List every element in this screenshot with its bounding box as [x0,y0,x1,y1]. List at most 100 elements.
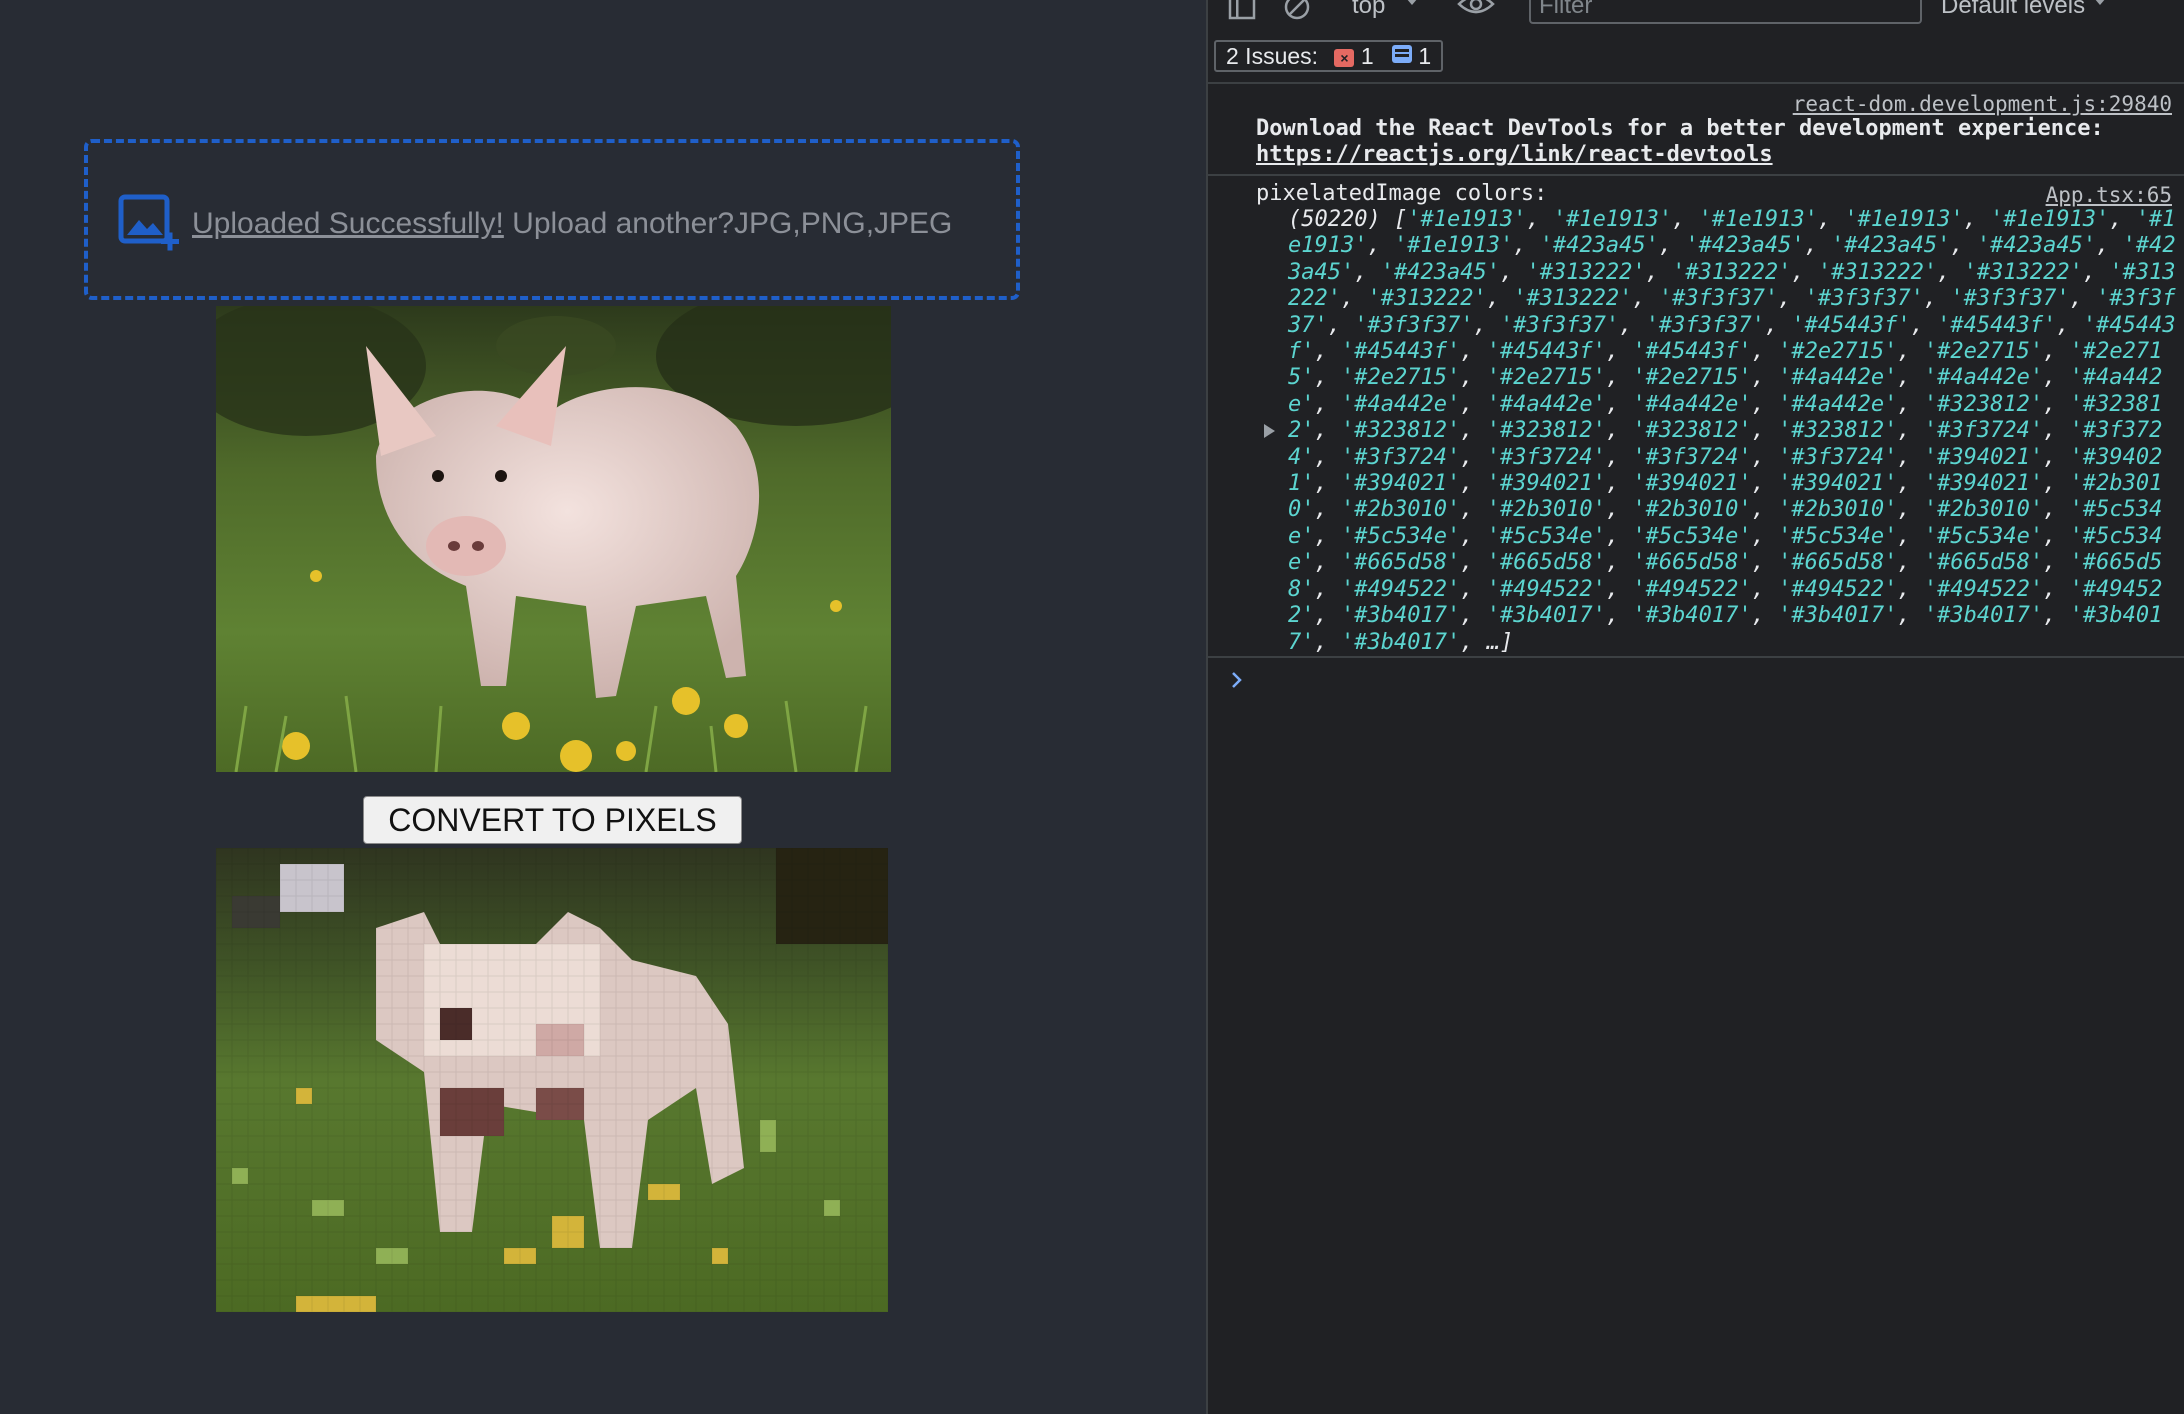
color-string: '#494522' [1486,576,1606,602]
color-string: '#3b4017' [1486,603,1606,629]
color-string: '#2b3010' [1923,497,2044,523]
info-issue-icon [1392,45,1413,63]
color-string: '#5c534e' [1486,523,1606,549]
chevron-down-icon [2095,0,2105,5]
color-string: '#3b4017' [1778,603,1898,629]
color-string: '#665d58' [1778,550,1898,576]
color-string: '#3f3f37' [1804,286,1924,312]
console-prompt-icon[interactable] [1230,670,1244,690]
color-string: '#3b4017' [1632,603,1752,629]
color-string: '#665d58' [1341,550,1461,576]
color-string: '#3f3724' [1632,444,1752,470]
filter-input[interactable]: Filter [1529,0,1922,24]
error-issue-icon: × [1334,49,1355,67]
react-message-source-link[interactable]: react-dom.development.js:29840 [1793,92,2172,116]
color-string: '#45443f' [1341,339,1461,365]
color-string: '#3f3724' [1341,444,1461,470]
color-string: '#494522' [1778,576,1898,602]
color-string: '#394021' [1341,471,1461,497]
color-string: '#323812' [1632,418,1752,444]
upload-dropzone[interactable]: Uploaded Successfully! Upload another?JP… [84,139,1020,300]
color-string: '#313222' [1367,286,1487,312]
color-string: '#494522' [1632,576,1752,602]
color-string: '#423a45' [1539,233,1659,259]
color-string: '#665d58' [1632,550,1752,576]
color-string: '#394021' [1632,471,1752,497]
color-string: '#3f3724' [1486,444,1606,470]
pixel-colors-array[interactable]: (50220) ['#1e1913', '#1e1913', '#1e1913'… [1288,207,2176,656]
color-string: '#323812' [1341,418,1461,444]
color-string: '#494522' [1923,576,2044,602]
color-string: '#3f3724' [1778,444,1898,470]
color-string: '#5c534e' [1778,523,1898,549]
color-string: '#4a442e' [1778,391,1898,417]
pixel-colors-label: pixelatedImage colors: [1256,181,1548,206]
log-levels-select[interactable]: Default levels [1941,0,2085,20]
color-string: '#3b4017' [1341,603,1461,629]
color-string: '#4a442e' [1923,365,2044,391]
color-string: '#5c534e' [1632,523,1752,549]
color-string: '#3f3f37' [1658,286,1779,312]
color-string: '#313222' [1963,259,2083,285]
color-string: '#423a45' [1831,233,1951,259]
original-photo [216,306,891,772]
color-string: '#2e2715' [1341,365,1461,391]
react-devtools-link[interactable]: https://reactjs.org/link/react-devtools [1256,142,1773,167]
color-string: '#394021' [1486,471,1606,497]
color-string: '#2b3010' [1778,497,1898,523]
color-string: '#4a442e' [1341,391,1461,417]
divider [1208,82,2184,84]
add-photo-icon [118,194,179,251]
app-panel: Uploaded Successfully! Upload another?JP… [0,0,1206,1414]
array-ellipsis: … [1486,629,1500,655]
color-string: '#423a45' [1685,233,1805,259]
clear-console-icon[interactable] [1282,0,1312,20]
react-devtools-message: Download the React DevTools for a better… [1256,116,2176,168]
color-string: '#665d58' [1486,550,1606,576]
array-items: '#1e1913', '#1e1913', '#1e1913', '#1e191… [1288,207,2176,655]
issues-button[interactable]: 2 Issues: × 1 1 [1214,40,1444,72]
color-string: '#313222' [1672,259,1792,285]
upload-status-text: Uploaded Successfully! Upload another?JP… [192,207,952,241]
color-string: '#45443f' [1632,339,1752,365]
color-string: '#3f3f37' [1950,286,2070,312]
color-string: '#2e2715' [1632,365,1752,391]
convert-to-pixels-button[interactable]: CONVERT TO PIXELS [363,796,742,844]
color-string: '#313222' [1817,259,1938,285]
color-string: '#1e1913' [1844,207,1964,232]
color-string: '#3b4017' [1923,603,2044,629]
expand-array-icon[interactable] [1264,424,1275,438]
chevron-down-icon [1407,0,1417,5]
devtools-panel: top Filter Default levels 2 Issues: × 1 … [1206,0,2184,1414]
color-string: '#4a442e' [1486,391,1606,417]
color-string: '#5c534e' [1923,523,2044,549]
color-string: '#323812' [1486,418,1606,444]
color-string: '#394021' [1923,471,2044,497]
color-string: '#313222' [1513,286,1633,312]
color-string: '#45443f' [1937,312,2057,338]
react-message-text: Download the React DevTools for a better… [1256,116,2104,141]
error-issue-count: 1 [1360,43,1374,69]
color-string: '#1e1913' [1552,207,1673,232]
color-string: '#1e1913' [1698,207,1818,232]
color-string: '#394021' [1778,471,1898,497]
color-string: '#1e1913' [1407,207,1527,232]
color-string: '#3f3f37' [1645,312,1765,338]
color-string: '#2e2715' [1923,339,2044,365]
color-string: '#3f3f37' [1499,312,1620,338]
pixel-message-source-link[interactable]: App.tsx:65 [2046,183,2172,207]
upload-success-text: Uploaded Successfully! [192,207,504,240]
sidebar-toggle-icon[interactable] [1228,0,1256,20]
upload-another-text: Upload another?JPG,PNG,JPEG [503,207,953,240]
color-string: '#494522' [1341,576,1461,602]
context-select[interactable]: top [1352,0,1385,20]
color-string: '#4a442e' [1778,365,1898,391]
color-string: '#4a442e' [1632,391,1752,417]
info-issue-count: 1 [1418,43,1432,69]
color-string: '#423a45' [1976,233,2097,259]
color-string: '#323812' [1778,418,1898,444]
color-string: '#45443f' [1791,312,1911,338]
color-string: '#313222' [1526,259,1646,285]
color-string: '#2e2715' [1778,339,1898,365]
live-expression-eye-icon[interactable] [1456,0,1496,18]
